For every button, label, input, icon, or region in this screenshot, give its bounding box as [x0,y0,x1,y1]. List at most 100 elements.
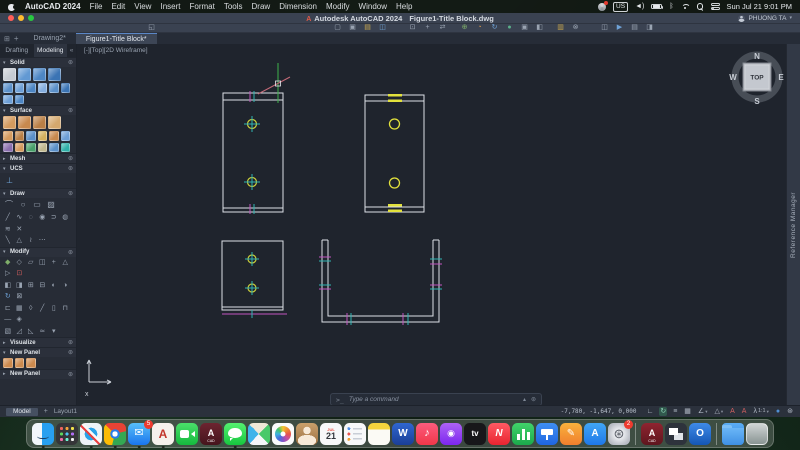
surface-tool-2-2[interactable] [26,143,36,153]
solid-tool-0-3[interactable] [48,68,61,81]
solid-tool-0-2[interactable] [33,68,46,81]
section-caret-icon[interactable]: ▾ [3,350,8,356]
section-caret-icon[interactable]: ▾ [3,166,8,172]
dock-item-maps[interactable] [248,423,270,445]
surface-tool-2-0[interactable] [3,143,13,153]
palette-tab-modeling[interactable]: Modeling [34,44,68,57]
palette-section-new-panel[interactable]: ▸New Panel⊛ [0,369,76,379]
modify-tool-0-7[interactable]: ⊡ [15,269,25,279]
workspace-icon[interactable]: ● [775,407,781,416]
draw-tool-1-6[interactable]: ≋ [3,225,13,235]
battery-icon[interactable] [651,4,662,10]
surface-tool-2-3[interactable] [38,143,48,153]
palette-section-modify[interactable]: ▾Modify⊛ [0,247,76,257]
dock-item-autocad[interactable]: A [152,423,174,445]
dock-item-numbers[interactable] [512,423,534,445]
dock-item-launchpad[interactable] [56,423,78,445]
close-window-button[interactable] [8,15,14,21]
modify-tool-1-0[interactable]: ◧ [3,281,13,291]
dock-item-notes[interactable] [368,423,390,445]
new-panel-tool-0-2[interactable] [26,358,36,368]
section-caret-icon[interactable]: ▾ [3,191,8,197]
toolbar-icon-5-0[interactable]: ◫ [599,24,610,32]
surface-tool-0-1[interactable] [18,116,31,129]
dock-item-appstore[interactable]: A [584,423,606,445]
surface-tool-0-0[interactable] [3,116,16,129]
modify-tool-0-6[interactable]: ▷ [3,269,13,279]
new-panel-tool-0-0[interactable] [3,358,13,368]
wifi-icon[interactable] [681,3,690,10]
dock-item-screens[interactable] [665,423,687,445]
draw-tool-0-3[interactable]: ▨ [45,199,57,211]
section-caret-icon[interactable]: ▾ [3,249,8,255]
menu-format[interactable]: Format [189,2,214,11]
dock-item-photos[interactable] [272,423,294,445]
draw-tool-2-1[interactable]: △ [15,236,25,246]
reference-manager-panel-tab[interactable]: Reference Manager [786,44,800,405]
modify-tool-1-4[interactable]: ◐ [49,281,59,291]
dock-item-facetime[interactable] [176,423,198,445]
gear-icon[interactable]: ⊛ [68,371,73,378]
customization-icon[interactable]: ⊛ [786,407,794,416]
dock-item-safari[interactable] [80,423,102,445]
draw-tool-1-7[interactable]: ✕ [15,225,25,235]
gear-icon[interactable]: ⊛ [68,190,73,197]
dock-item-mail[interactable]: ✉5 [128,423,150,445]
modify-tool-0-1[interactable]: ◇ [15,258,25,268]
dock-item-chrome[interactable] [104,423,126,445]
polar-tracking-icon[interactable]: ∠▾ [697,407,709,416]
modify-tool-0-0[interactable]: ◆ [3,258,13,268]
apple-menu-icon[interactable] [8,2,16,11]
toolbar-icon-3-1[interactable]: ◔ [474,24,485,32]
toolbar-icon-4-1[interactable]: ⊗ [570,24,581,32]
dock-item-finder[interactable] [32,423,54,445]
draw-tool-2-0[interactable]: ╲ [3,236,13,246]
gear-icon[interactable]: ⊛ [68,155,73,162]
dock-item-messages[interactable] [224,423,246,445]
surface-tool-1-2[interactable] [26,131,36,141]
solid-tool-1-4[interactable] [49,83,59,93]
surface-tool-2-5[interactable] [61,143,71,153]
model-tab[interactable]: Model [6,408,38,416]
solid-tool-1-7[interactable] [15,95,25,105]
draw-tool-1-1[interactable]: ∿ [15,213,25,223]
section-caret-icon[interactable]: ▾ [3,108,8,114]
volume-icon[interactable]: ◄) [635,3,644,10]
dock-item-keynote[interactable] [536,423,558,445]
draw-tool-1-0[interactable]: ╱ [3,213,13,223]
draw-tool-1-5[interactable]: ◍ [61,213,71,223]
surface-tool-1-1[interactable] [15,131,25,141]
toolbar-icon-1-2[interactable]: ▤ [362,24,373,32]
section-caret-icon[interactable]: ▸ [3,156,8,162]
modify-tool-2-4[interactable]: ▯ [49,304,59,314]
toolbar-icon-3-0[interactable]: ⊕ [459,24,470,32]
toolbar-icon-0-0[interactable]: ◱ [146,24,157,32]
section-caret-icon[interactable]: ▸ [3,340,8,346]
modify-tool-0-3[interactable]: ◫ [38,258,48,268]
viewcube[interactable]: N S E W TOP [729,52,784,106]
menu-tools[interactable]: Tools [224,2,243,11]
snap-mode-icon[interactable]: ↻ [659,407,667,416]
modify-tool-1-1[interactable]: ◨ [15,281,25,291]
grid-icon[interactable]: ▦ [683,407,692,416]
tab-overview-icon[interactable]: ⊞ [4,35,10,43]
modify-tool-3-4[interactable]: ▾ [49,327,59,337]
menu-dimension[interactable]: Dimension [279,2,317,11]
toolbar-icon-3-2[interactable]: ↻ [489,24,500,32]
gear-icon[interactable]: ⊛ [68,59,73,66]
modify-tool-2-1[interactable]: ▦ [15,304,25,314]
solid-tool-0-1[interactable] [18,68,31,81]
annotation-scale-icon[interactable]: λ1:1▾ [752,407,769,416]
zoom-window-button[interactable] [28,15,34,21]
surface-tool-2-4[interactable] [49,143,59,153]
spotlight-search-icon[interactable] [697,3,704,10]
dock-item-outlook[interactable]: O [689,423,711,445]
command-line-bar[interactable]: >_ Type a command ▴⊛ [330,393,542,405]
toolbar-icon-5-2[interactable]: ▤ [629,24,640,32]
drawing-tab-drawing2-[interactable]: Drawing2* [24,33,76,44]
modify-tool-1-2[interactable]: ⊞ [26,281,36,291]
dock-item-music[interactable]: ♪ [416,423,438,445]
surface-tool-1-4[interactable] [49,131,59,141]
modify-tool-3-3[interactable]: ≃ [38,327,48,337]
new-panel-tool-0-1[interactable] [15,358,25,368]
